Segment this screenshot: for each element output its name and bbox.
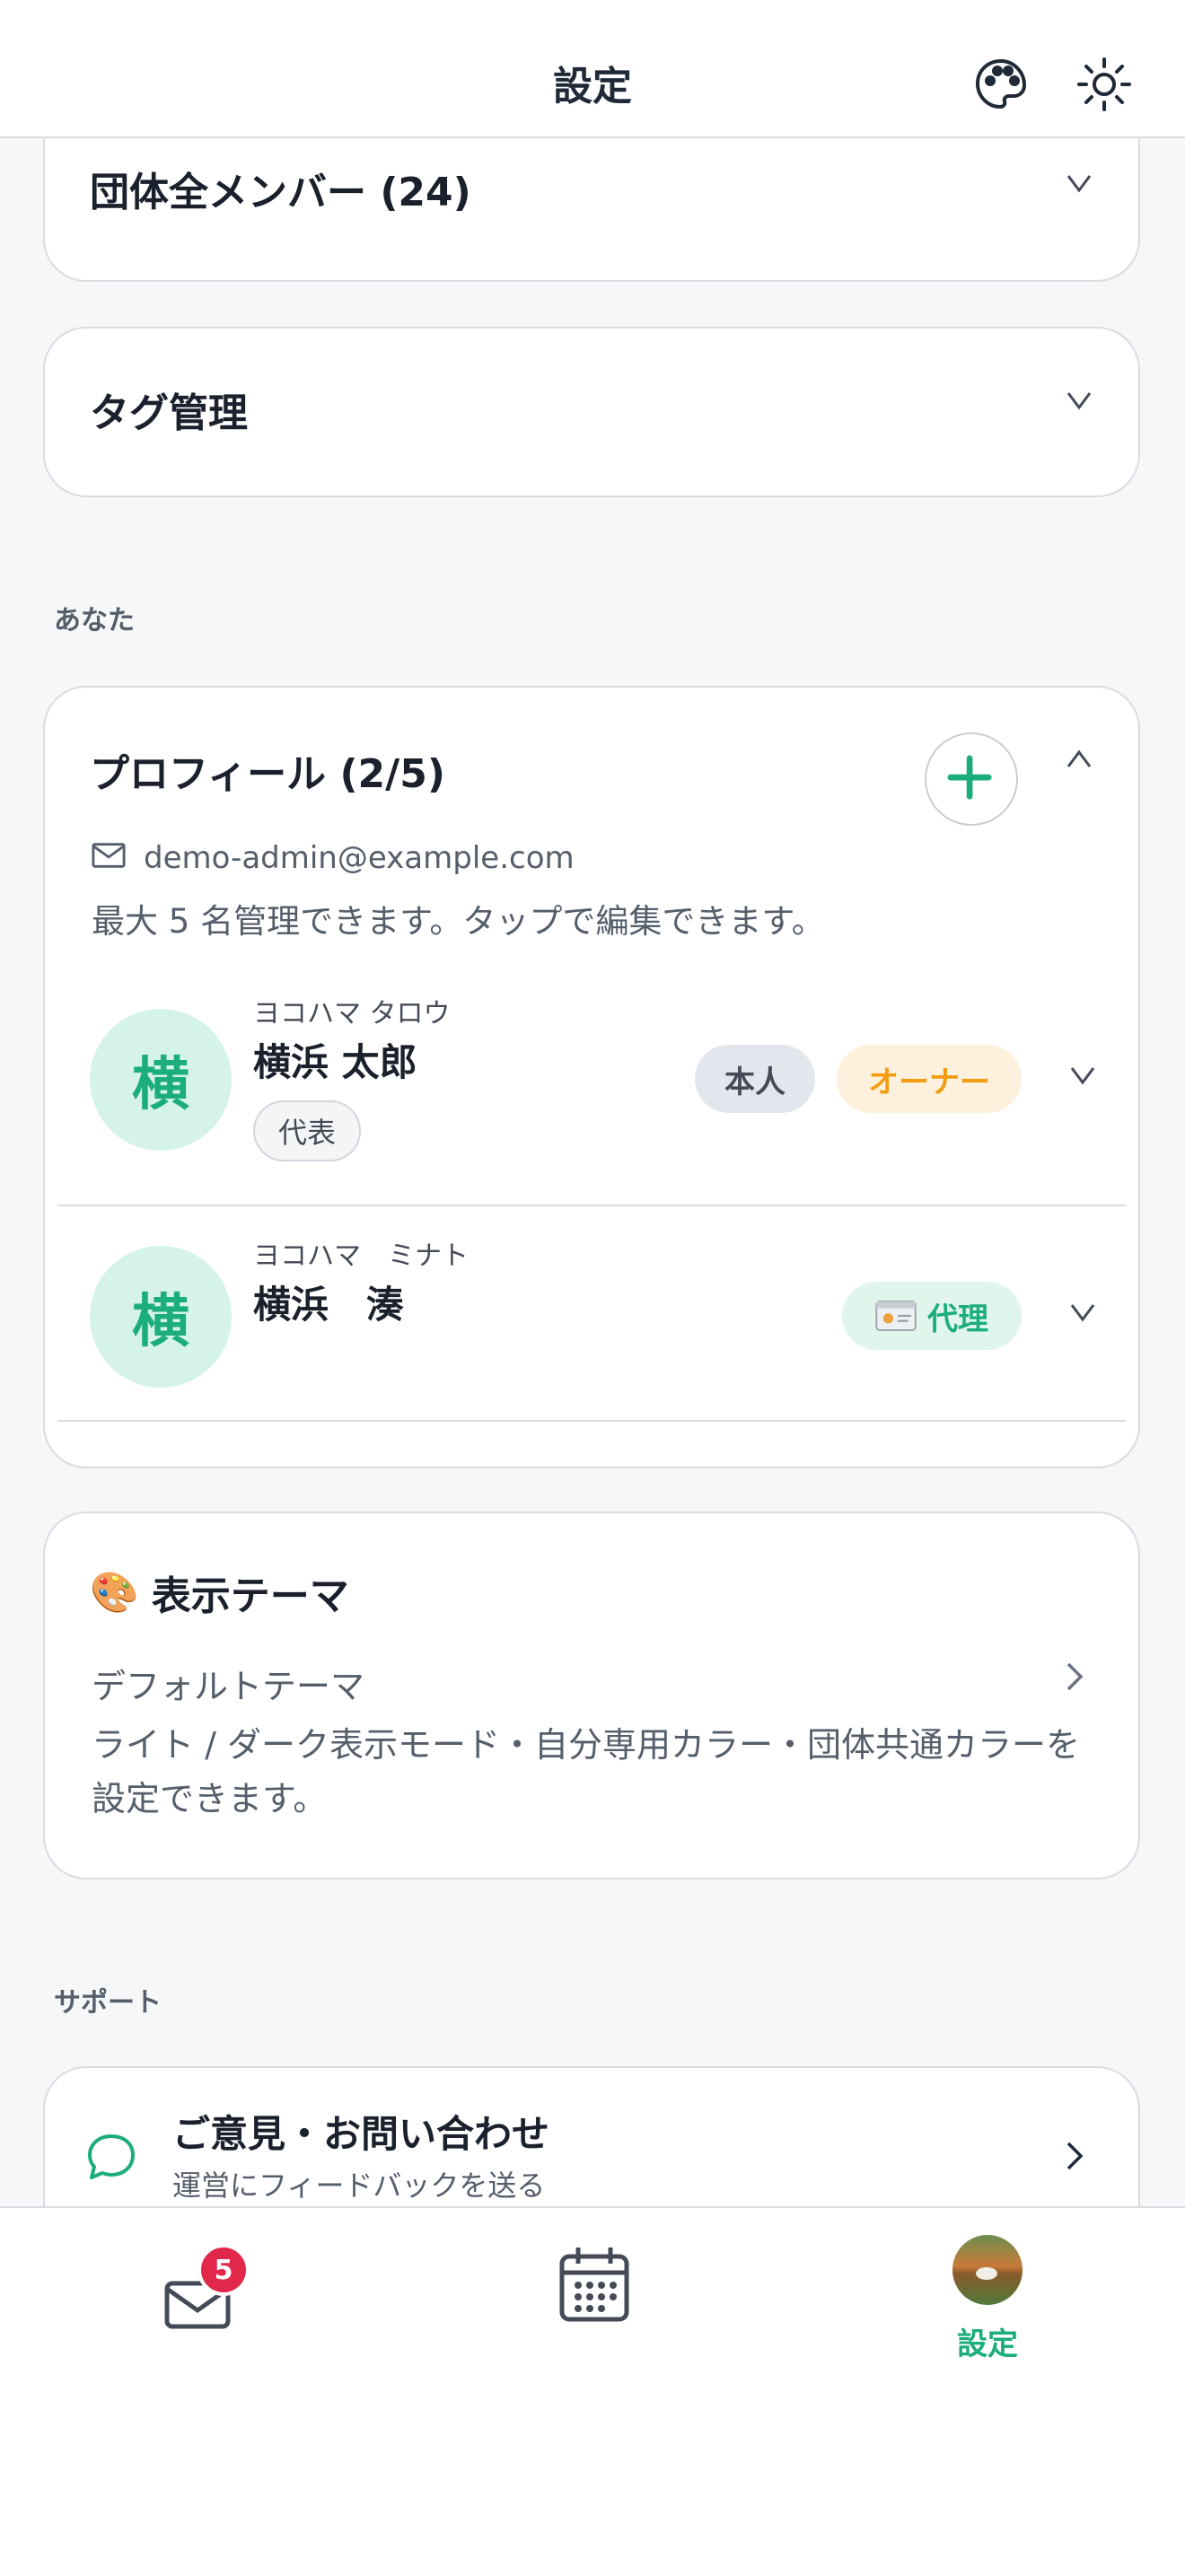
calendar-icon <box>559 2247 629 2322</box>
profile-card: プロフィール (2/5) demo-admin@example.com 最大 5… <box>43 686 1140 1468</box>
app-header: 設定 <box>0 0 1185 138</box>
profile-name: 横浜 湊 <box>253 1283 405 1327</box>
divider <box>57 1420 1126 1422</box>
theme-card-title: 🎨 表示テーマ <box>90 1564 349 1621</box>
unread-badge: 5 <box>198 2244 250 2296</box>
owner-badge: オーナー <box>837 1045 1022 1113</box>
tab-calendar[interactable] <box>557 2244 632 2325</box>
chevron-down-icon[interactable] <box>1065 1294 1101 1330</box>
id-card-icon <box>875 1301 917 1331</box>
sun-icon[interactable] <box>1075 56 1133 113</box>
tab-settings-label: 設定 <box>957 2326 1018 2362</box>
theme-card[interactable]: 🎨 表示テーマ デフォルトテーマ ライト / ダーク表示モード・自分専用カラー・… <box>43 1511 1140 1879</box>
chat-bubble-icon <box>84 2131 138 2185</box>
add-profile-button[interactable] <box>925 732 1018 826</box>
members-card-title: 団体全メンバー (24) <box>90 170 471 215</box>
chevron-right-icon[interactable] <box>1056 1659 1092 1695</box>
avatar: 横 <box>90 1246 232 1388</box>
mail-icon <box>92 842 127 869</box>
support-title: ご意見・お問い合わせ <box>172 2112 550 2156</box>
avatar: 横 <box>90 1009 232 1151</box>
profile-name: 横浜 太郎 <box>253 1040 417 1084</box>
theme-title-text: 表示テーマ <box>151 1573 349 1619</box>
proxy-badge-label: 代理 <box>927 1301 988 1337</box>
profile-email: demo-admin@example.com <box>144 840 575 876</box>
chevron-down-icon[interactable] <box>1061 165 1097 201</box>
theme-description: ライト / ダーク表示モード・自分専用カラー・団体共通カラーを設定できます。 <box>92 1725 1080 1818</box>
representative-tag: 代表 <box>253 1100 362 1161</box>
bottom-tab-bar: 5 設定 <box>0 2206 1185 2576</box>
profile-note: 最大 5 名管理できます。タップで編集できます。 <box>92 902 825 941</box>
chevron-right-icon[interactable] <box>1056 2138 1092 2174</box>
chevron-down-icon[interactable] <box>1061 382 1097 418</box>
profile-row[interactable]: 横 ヨコハマ タロウ 横浜 太郎 代表 本人 オーナー <box>45 957 1138 1172</box>
chevron-up-icon[interactable] <box>1061 741 1097 777</box>
support-subtitle: 運営にフィードバックを送る <box>172 2169 546 2203</box>
palette-emoji-icon: 🎨 <box>90 1570 139 1616</box>
avatar <box>952 2235 1023 2305</box>
section-label-support: サポート <box>54 1987 162 2019</box>
palette-icon[interactable] <box>972 56 1030 113</box>
profile-kana: ヨコハマ ミナト <box>253 1240 469 1272</box>
plus-icon <box>947 755 992 800</box>
section-label-you: あなた <box>54 605 135 636</box>
tags-card-title: タグ管理 <box>90 390 248 436</box>
proxy-badge: 代理 <box>842 1282 1022 1350</box>
tags-card[interactable]: タグ管理 <box>43 327 1140 497</box>
self-badge: 本人 <box>695 1045 815 1113</box>
profile-card-title: プロフィール (2/5) <box>90 751 445 797</box>
current-theme: デフォルトテーマ <box>92 1667 365 1706</box>
profile-row[interactable]: 横 ヨコハマ ミナト 横浜 湊 代理 <box>45 1206 1138 1422</box>
chevron-down-icon[interactable] <box>1065 1057 1101 1093</box>
profile-kana: ヨコハマ タロウ <box>253 998 451 1030</box>
tab-settings[interactable]: 設定 <box>934 2235 1041 2362</box>
tab-inbox[interactable]: 5 <box>160 2244 250 2337</box>
